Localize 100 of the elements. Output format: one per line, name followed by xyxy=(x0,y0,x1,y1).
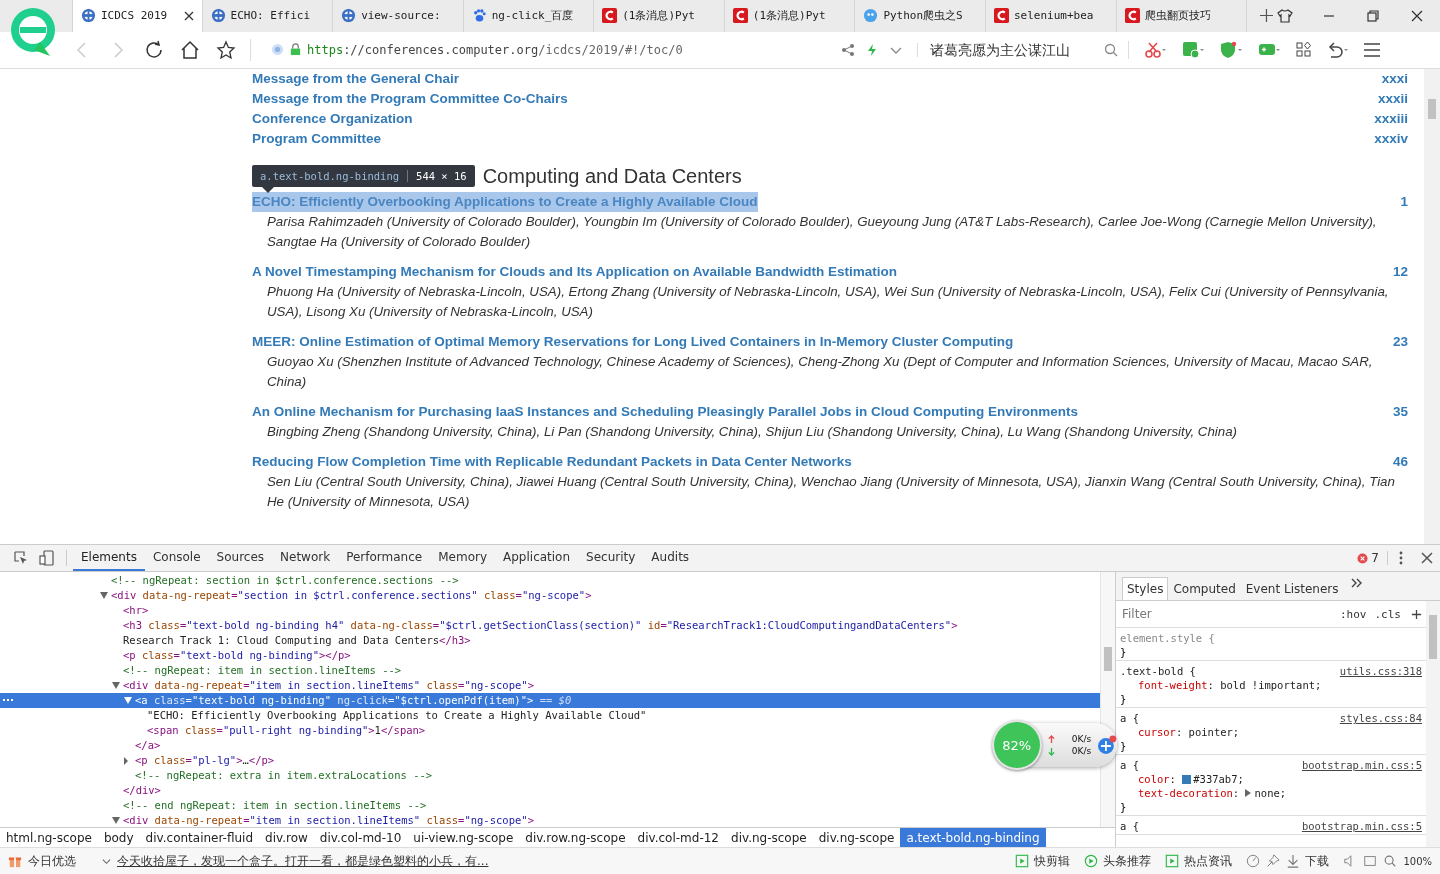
plus-icon[interactable] xyxy=(1097,735,1117,756)
devtools-tab[interactable]: Security xyxy=(578,545,644,572)
apps-icon[interactable] xyxy=(1295,40,1313,59)
dom-node-line[interactable]: <h3 class="text-bold ng-binding h4" data-ng-class="$ctrl.getSectionClass(section)" id="ResearchTrack1:CloudComputingandDataCenters"> xyxy=(0,618,1100,634)
dom-node-line[interactable]: <div data-ng-repeat="section in $ctrl.conference.sections" class="ng-scope"> xyxy=(0,588,1100,604)
reload-icon[interactable] xyxy=(144,39,164,60)
news-headline-link[interactable]: 今天收拾屋子，发现一个盒子。打开一看，都是绿色塑料的小兵，有... xyxy=(117,852,489,870)
breadcrumb[interactable]: div.col-md-10 xyxy=(313,828,408,848)
expand-triangle-icon[interactable] xyxy=(112,817,120,825)
source-link[interactable]: utils.css:318 xyxy=(1339,664,1422,679)
toc-link[interactable]: Program Committee xyxy=(252,128,382,149)
search-icon[interactable] xyxy=(1383,854,1398,869)
toc-link[interactable]: Message from the Program Committee Co-Chairs xyxy=(252,88,568,109)
expand-triangle-icon[interactable] xyxy=(1245,789,1252,798)
menu-icon[interactable] xyxy=(1363,40,1381,59)
cls-button[interactable]: .cls xyxy=(1370,607,1405,621)
page-scrollbar[interactable] xyxy=(1424,68,1440,545)
source-link[interactable]: bootstrap.min.css:5 xyxy=(1301,819,1422,834)
styles-scrollbar[interactable] xyxy=(1426,601,1440,848)
browser-tab[interactable]: ECHO: Effici xyxy=(202,0,334,32)
color-swatch[interactable] xyxy=(1182,775,1192,785)
share-icon[interactable] xyxy=(841,42,855,57)
home-icon[interactable] xyxy=(180,39,200,60)
devtools-tab[interactable]: Network xyxy=(272,545,339,572)
devtools-tab[interactable]: Performance xyxy=(338,545,431,572)
more-dots-icon[interactable] xyxy=(3,699,13,702)
hov-button[interactable]: :hov xyxy=(1336,607,1371,621)
window-icon[interactable] xyxy=(1363,854,1378,869)
browser-tab[interactable]: Python爬虫之S xyxy=(855,0,986,32)
breadcrumb[interactable]: html.ng-scope xyxy=(0,828,98,848)
c-logo-icon xyxy=(602,8,618,24)
new-tab-icon[interactable] xyxy=(1259,8,1274,24)
status-item[interactable]: 头条推荐 xyxy=(1084,852,1152,870)
dom-node-line[interactable]: <!-- end ngRepeat: item in section.lineItems --> xyxy=(0,798,1100,814)
upload-arrow-icon xyxy=(1047,734,1055,744)
dom-node-line[interactable]: <!-- ngRepeat: item in section.lineItems --> xyxy=(0,663,1100,679)
daily-picks-link[interactable]: 今日优选 xyxy=(28,852,76,870)
browser-tab[interactable]: (1条消息)Pyt xyxy=(724,0,856,32)
globe-icon xyxy=(210,8,226,24)
status-item[interactable]: 热点资讯 xyxy=(1165,852,1233,870)
scissors-icon[interactable] xyxy=(1143,40,1169,59)
paper-title-link[interactable]: An Online Mechanism for Purchasing IaaS Instances and Scheduling Pleasingly Parallel Jobs in Cloud Computing Environments xyxy=(252,401,1078,422)
css-declaration: color: #337ab7; xyxy=(1137,772,1245,787)
speed-icon[interactable] xyxy=(1246,854,1261,869)
star-icon[interactable] xyxy=(216,39,236,60)
paper-title-link[interactable]: Reducing Flow Completion Time with Replicable Redundant Packets in Data Center Networks xyxy=(252,451,852,472)
dom-node-line[interactable]: Research Track 1: Cloud Computing and Data Centers</h3> xyxy=(0,633,1100,649)
devtools-tab[interactable]: Application xyxy=(495,545,579,572)
breadcrumb[interactable]: body xyxy=(97,828,140,848)
source-link[interactable]: styles.css:84 xyxy=(1339,711,1422,726)
breadcrumb[interactable]: div.container-fluid xyxy=(139,828,260,848)
close-tab-icon[interactable] xyxy=(183,10,194,21)
chevron-down-icon[interactable] xyxy=(102,856,111,866)
browser-tab[interactable]: 爬虫翻页技巧 xyxy=(1116,0,1248,32)
breadcrumb[interactable]: ui-view.ng-scope xyxy=(407,828,520,848)
expand-triangle-icon[interactable] xyxy=(100,592,108,600)
css-selector: element.style { xyxy=(1120,631,1215,646)
breadcrumb[interactable]: div.ng-scope xyxy=(812,828,901,848)
toc-link[interactable]: Conference Organization xyxy=(252,108,413,129)
zoom-level[interactable]: 100% xyxy=(1403,855,1432,867)
devtools-tab[interactable]: Elements xyxy=(73,545,145,572)
dom-node-line[interactable]: <hr> xyxy=(0,603,1100,619)
devtools-tab[interactable]: Audits xyxy=(643,545,698,572)
pin-icon[interactable] xyxy=(1266,854,1281,869)
browser-tab[interactable]: view-source: xyxy=(333,0,464,32)
breadcrumb[interactable]: div.row xyxy=(259,828,314,848)
styles-tab[interactable]: Computed xyxy=(1168,577,1241,601)
browser-tab[interactable]: ng-click_百度 xyxy=(463,0,595,32)
browser-tab[interactable]: selenium+bea xyxy=(985,0,1117,32)
error-count[interactable]: 7 xyxy=(1357,551,1388,566)
dom-node-line[interactable]: <p class="text-bold ng-binding"></p> xyxy=(0,648,1100,664)
browser-tab[interactable]: ICDCS 2019 xyxy=(72,0,203,32)
breadcrumb[interactable]: div.col-md-12 xyxy=(631,828,725,848)
download-item[interactable]: 下载 xyxy=(1286,852,1330,870)
address-bar[interactable]: https://conferences.computer.org/icdcs/2019/#!/toc/0 xyxy=(271,42,841,57)
lock-icon xyxy=(289,43,302,57)
breadcrumb[interactable]: div.row.ng-scope xyxy=(519,828,632,848)
dom-node-line[interactable]: </div> xyxy=(0,783,1100,799)
status-item[interactable]: 快剪辑 xyxy=(1015,852,1071,870)
devtools-tab[interactable]: Memory xyxy=(430,545,495,572)
dom-node-line[interactable]: <div data-ng-repeat="item in section.lineItems" class="ng-scope"> xyxy=(0,813,1100,828)
devtools-tab[interactable]: Sources xyxy=(208,545,273,572)
paper-title-link[interactable]: A Novel Timestamping Mechanism for Clouds and Its Application on Available Bandwidth Estimation xyxy=(252,261,898,282)
css-declaration: text-decoration: none; xyxy=(1137,786,1288,801)
expand-triangle-icon[interactable] xyxy=(124,757,128,766)
breadcrumb[interactable]: div.ng-scope xyxy=(725,828,813,848)
dom-node-line[interactable]: <!-- ngRepeat: section in $ctrl.conference.sections --> xyxy=(0,573,1100,589)
paper-title-link[interactable]: MEER: Online Estimation of Optimal Memory Reservations for Long Lived Containers in In-Memory Cluster Computing xyxy=(252,331,1014,352)
search-icon[interactable] xyxy=(1104,42,1118,57)
styles-tab[interactable]: Event Listeners xyxy=(1240,577,1344,601)
browser-tab[interactable]: (1条消息)Pyt xyxy=(594,0,725,32)
styles-tab[interactable]: Styles xyxy=(1122,577,1169,601)
lightning-icon[interactable] xyxy=(865,42,879,57)
devtools-tab[interactable]: Console xyxy=(144,545,209,572)
network-speed-popup[interactable]: 82% 0K/s 0K/s xyxy=(995,723,1117,768)
dom-node-line[interactable]: <!-- ngRepeat: extra in item.extraLocations --> xyxy=(0,768,1100,784)
breadcrumb[interactable]: a.text-bold.ng-binding xyxy=(900,828,1046,848)
add-rule-icon[interactable] xyxy=(1411,608,1422,620)
toc-link[interactable]: Message from the General Chair xyxy=(252,68,460,89)
source-link[interactable]: bootstrap.min.css:5 xyxy=(1301,758,1422,773)
